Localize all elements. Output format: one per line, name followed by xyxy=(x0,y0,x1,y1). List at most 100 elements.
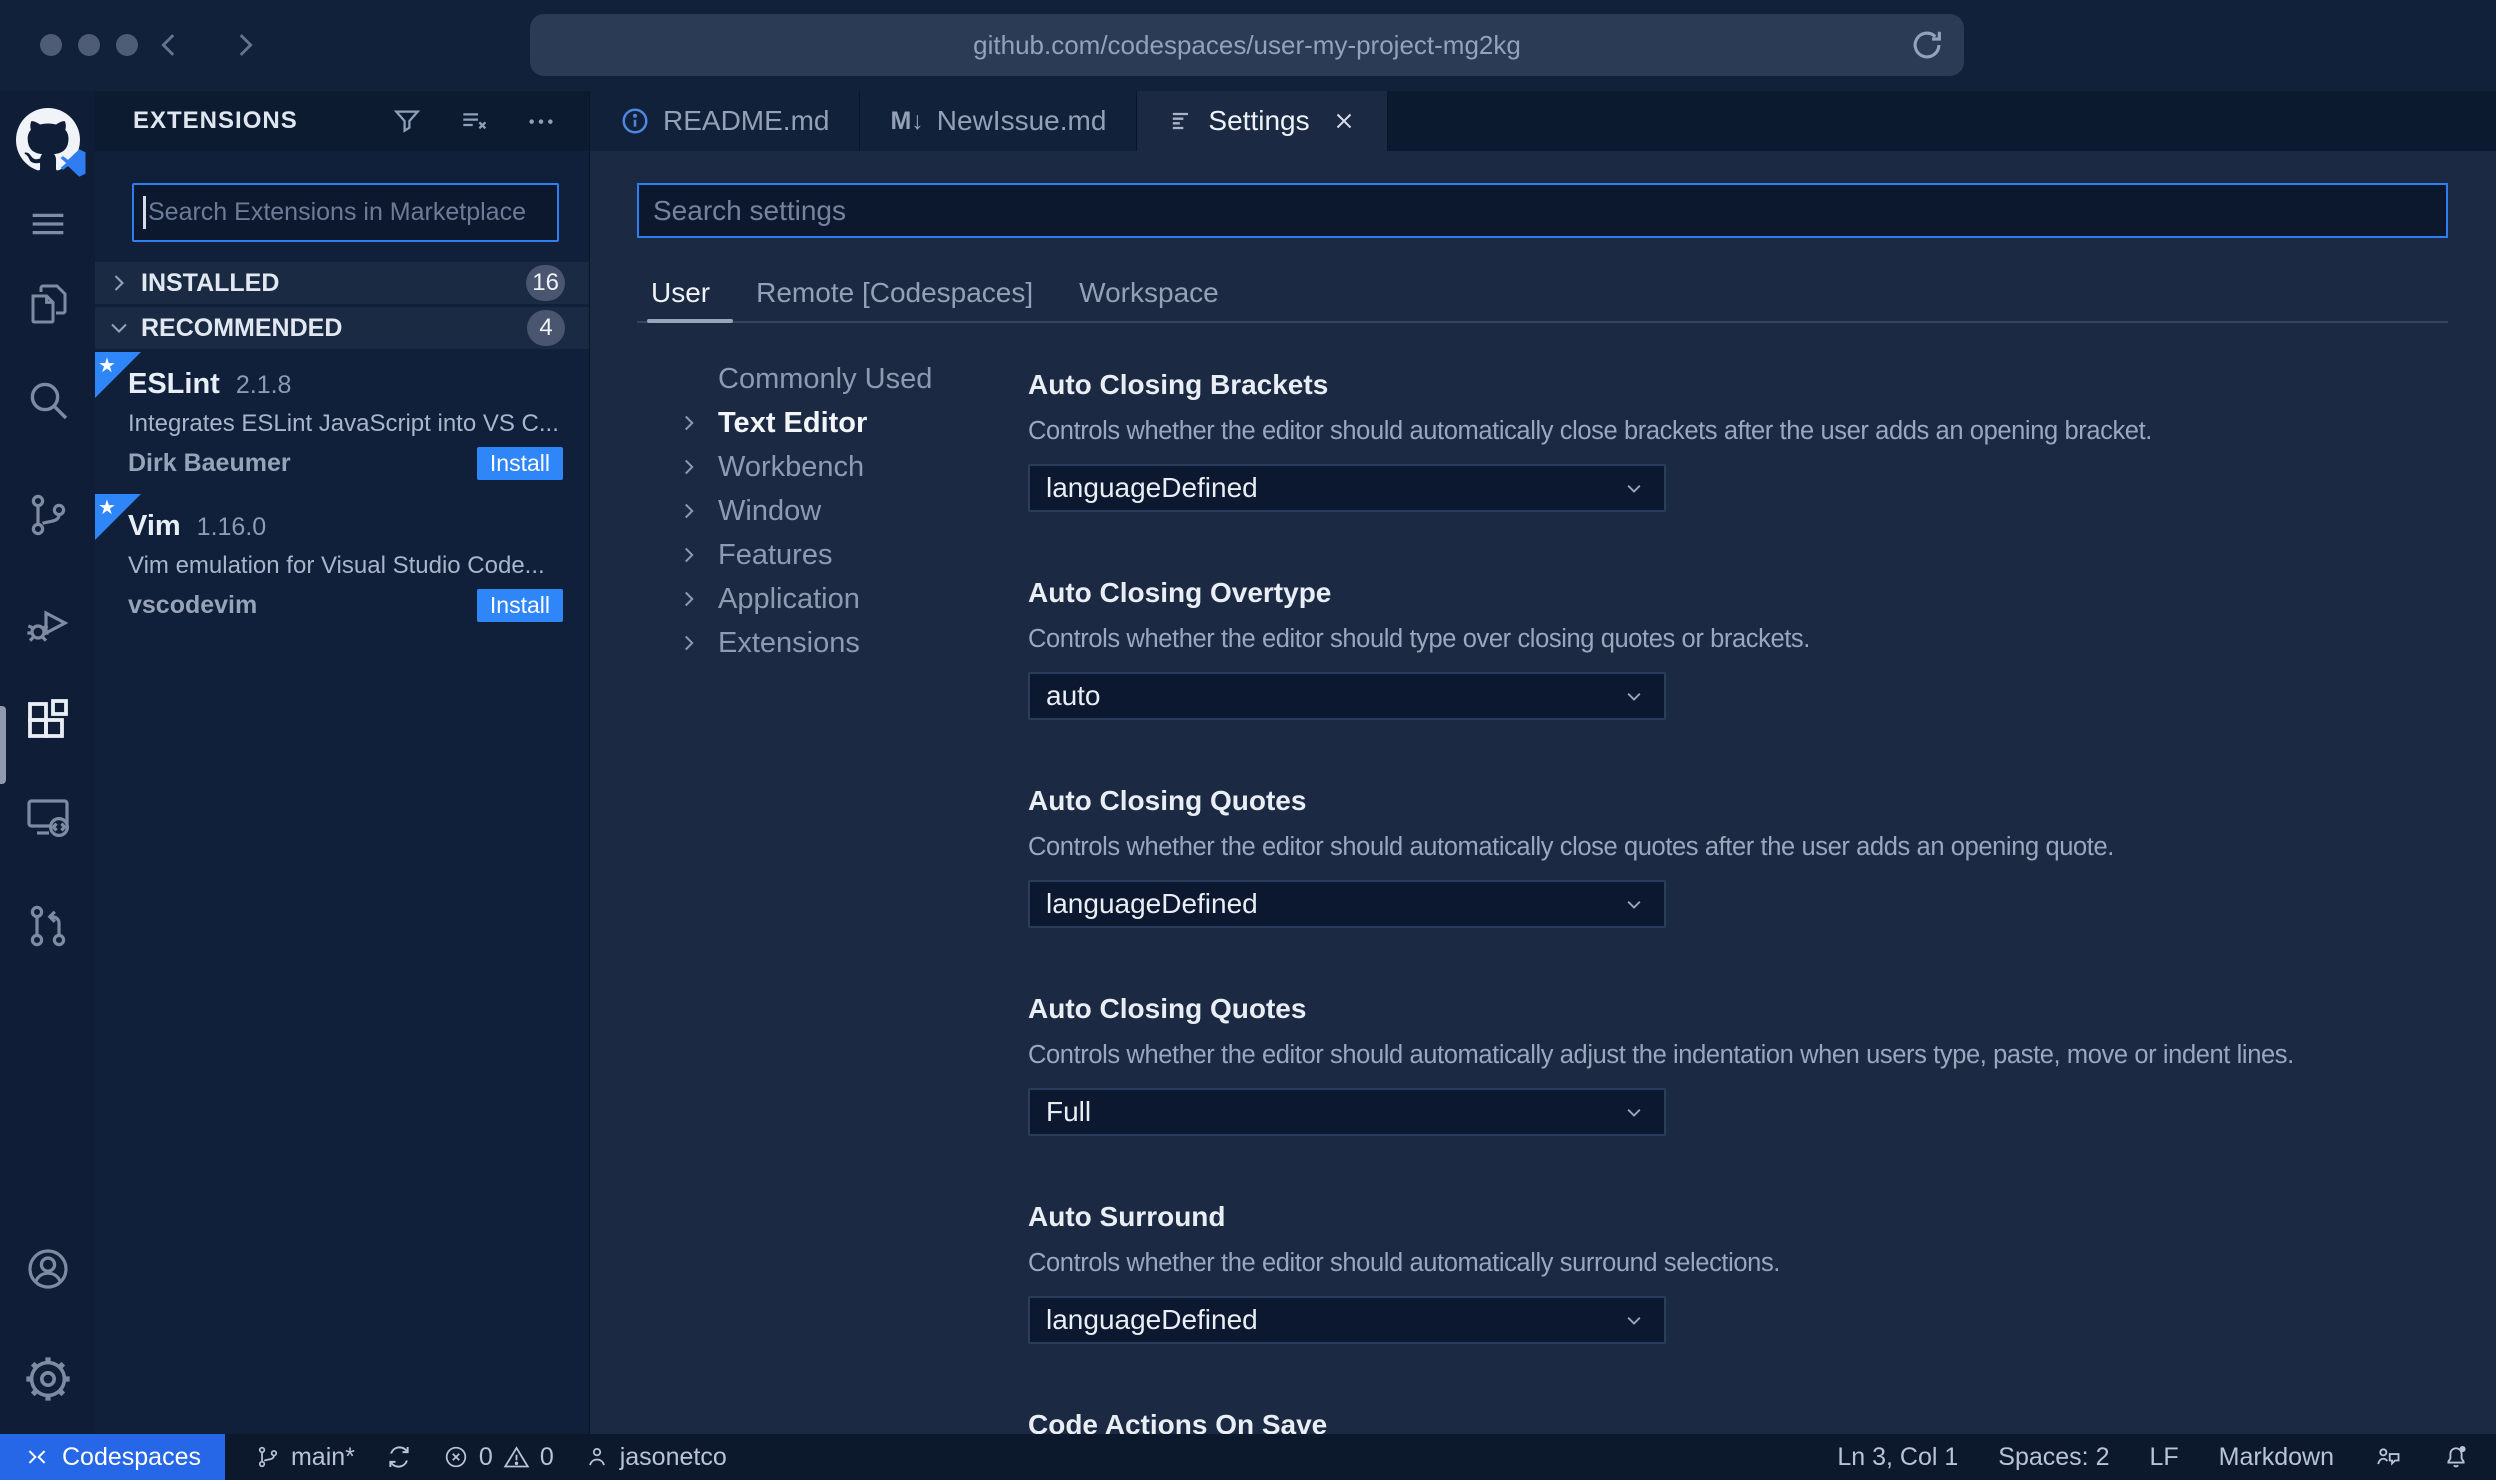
recommended-ribbon: ★ xyxy=(95,352,141,398)
scope-tab-user[interactable]: User xyxy=(651,277,710,309)
toc-item-window[interactable]: Window xyxy=(676,489,932,533)
chevron-right-icon xyxy=(676,498,702,524)
problems-status[interactable]: 0 0 xyxy=(443,1443,554,1472)
chevron-down-icon xyxy=(1620,890,1648,918)
setting-value-dropdown[interactable]: languageDefined xyxy=(1028,1296,1666,1344)
extension-name: ESLint xyxy=(128,368,220,400)
dropdown-value: Full xyxy=(1046,1096,1092,1127)
run-debug-icon[interactable] xyxy=(0,599,95,647)
section-recommended[interactable]: RECOMMENDED 4 xyxy=(95,307,589,349)
chevron-down-icon xyxy=(1620,474,1648,502)
toc-item-text-editor[interactable]: Text Editor xyxy=(676,401,932,445)
settings-list: Auto Closing Brackets Controls whether t… xyxy=(1028,368,2466,1434)
language-mode[interactable]: Markdown xyxy=(2219,1443,2334,1472)
extensions-icon[interactable] xyxy=(0,697,95,745)
tab-label: README.md xyxy=(663,105,830,136)
account-icon[interactable] xyxy=(0,1245,95,1293)
cursor-position[interactable]: Ln 3, Col 1 xyxy=(1837,1443,1958,1472)
toc-item-extensions[interactable]: Extensions xyxy=(676,621,932,665)
section-label: RECOMMENDED xyxy=(141,313,343,342)
close-icon[interactable] xyxy=(1331,108,1357,134)
pull-requests-icon[interactable] xyxy=(0,902,95,950)
setting-value-dropdown[interactable]: auto xyxy=(1028,672,1666,720)
extension-item-eslint[interactable]: ★ ESLint 2.1.8 Integrates ESLint JavaScr… xyxy=(95,352,589,494)
refresh-icon[interactable] xyxy=(1908,26,1946,64)
feedback-icon[interactable] xyxy=(2374,1443,2402,1471)
chevron-down-icon xyxy=(1620,1306,1648,1334)
section-label: INSTALLED xyxy=(141,268,280,297)
settings-search-input[interactable] xyxy=(639,185,2446,236)
setting-description: Controls whether the editor should autom… xyxy=(1028,1249,1780,1277)
warning-icon xyxy=(503,1444,530,1471)
extensions-search-box xyxy=(132,183,559,242)
notifications-bell-icon[interactable] xyxy=(2442,1443,2470,1471)
recommended-ribbon: ★ xyxy=(95,494,141,540)
star-icon: ★ xyxy=(98,355,116,377)
scope-tab-remote[interactable]: Remote [Codespaces] xyxy=(756,277,1033,309)
back-icon[interactable] xyxy=(152,26,186,64)
indentation[interactable]: Spaces: 2 xyxy=(1998,1443,2109,1472)
codespaces-remote-button[interactable]: Codespaces xyxy=(0,1434,225,1480)
eol-sequence[interactable]: LF xyxy=(2149,1443,2178,1472)
settings-scope-tabs: User Remote [Codespaces] Workspace xyxy=(651,277,1219,309)
explorer-icon[interactable] xyxy=(0,280,95,328)
chevron-right-icon xyxy=(105,269,133,297)
active-scope-underline xyxy=(647,319,733,323)
window-close-button[interactable] xyxy=(40,34,62,56)
clear-list-icon[interactable] xyxy=(457,105,491,137)
filter-icon[interactable] xyxy=(391,105,423,137)
setting-auto-closing-quotes-2: Auto Closing Quotes Controls whether the… xyxy=(1028,992,2466,1136)
extension-item-vim[interactable]: ★ Vim 1.16.0 Vim emulation for Visual St… xyxy=(95,494,589,636)
tab-settings[interactable]: Settings xyxy=(1137,91,1388,151)
search-icon[interactable] xyxy=(0,376,95,424)
scope-divider xyxy=(637,321,2448,323)
settings-gear-icon[interactable] xyxy=(0,1355,95,1403)
toc-item-features[interactable]: Features xyxy=(676,533,932,577)
markdown-icon: M↓ xyxy=(890,106,924,135)
toc-item-workbench[interactable]: Workbench xyxy=(676,445,932,489)
dropdown-value: languageDefined xyxy=(1046,888,1258,919)
branch-status[interactable]: main* xyxy=(255,1443,355,1472)
forward-icon[interactable] xyxy=(228,26,262,64)
tab-newissue[interactable]: M↓ NewIssue.md xyxy=(860,91,1138,151)
source-control-icon[interactable] xyxy=(0,491,95,539)
setting-value-dropdown[interactable]: languageDefined xyxy=(1028,880,1666,928)
toc-label: Text Editor xyxy=(718,406,868,439)
star-icon: ★ xyxy=(98,497,116,519)
install-button[interactable]: Install xyxy=(476,589,563,622)
toc-item-commonly-used[interactable]: Commonly Used xyxy=(676,357,932,401)
section-count-badge: 16 xyxy=(526,265,565,301)
toc-label: Window xyxy=(718,494,822,527)
window-maximize-button[interactable] xyxy=(116,34,138,56)
address-bar[interactable]: github.com/codespaces/user-my-project-mg… xyxy=(530,14,1964,76)
sync-icon xyxy=(385,1443,413,1471)
setting-auto-surround: Auto Surround Controls whether the edito… xyxy=(1028,1200,2466,1344)
person-icon xyxy=(584,1444,610,1470)
sync-status[interactable] xyxy=(385,1443,413,1471)
setting-description: Controls whether the editor should autom… xyxy=(1028,417,2152,445)
user-status[interactable]: jasonetco xyxy=(584,1443,727,1472)
toc-label: Application xyxy=(718,582,860,615)
extension-version: 2.1.8 xyxy=(235,371,292,399)
install-button[interactable]: Install xyxy=(476,447,563,480)
toc-item-application[interactable]: Application xyxy=(676,577,932,621)
scope-tab-workspace[interactable]: Workspace xyxy=(1079,277,1219,309)
setting-description: Controls whether the editor should autom… xyxy=(1028,833,2114,861)
sidebar-header: EXTENSIONS xyxy=(95,91,589,151)
window-minimize-button[interactable] xyxy=(78,34,100,56)
setting-title: Auto Closing Quotes xyxy=(1028,785,1307,816)
more-actions-icon[interactable] xyxy=(525,105,557,137)
setting-title: Auto Surround xyxy=(1028,1201,1226,1232)
chevron-right-icon xyxy=(676,542,702,568)
setting-value-dropdown[interactable]: languageDefined xyxy=(1028,464,1666,512)
tab-readme[interactable]: README.md xyxy=(590,91,861,151)
settings-list-icon xyxy=(1167,107,1195,135)
chevron-right-icon xyxy=(676,630,702,656)
setting-value-dropdown[interactable]: Full xyxy=(1028,1088,1666,1136)
setting-title: Auto Closing Brackets xyxy=(1028,369,1329,400)
setting-title: Auto Closing Overtype xyxy=(1028,577,1332,608)
remote-explorer-icon[interactable] xyxy=(0,793,95,841)
menu-icon[interactable] xyxy=(0,201,95,247)
extensions-search-input[interactable] xyxy=(134,185,557,240)
section-installed[interactable]: INSTALLED 16 xyxy=(95,262,589,304)
